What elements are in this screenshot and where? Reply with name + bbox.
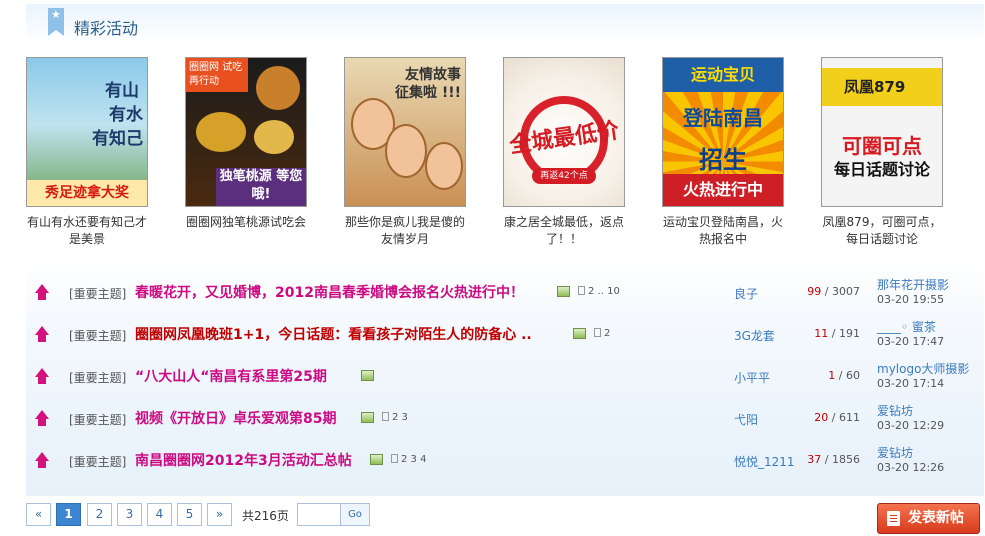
activity-poster[interactable]: 有山 有水 有知己 秀足迹拿大奖 [26, 57, 148, 207]
page-jump-input[interactable] [297, 503, 341, 526]
page-go-button[interactable]: Go [340, 503, 370, 526]
new-post-button[interactable]: 发表新帖 [877, 503, 980, 534]
thread-pages[interactable]: 2 3 4 [391, 454, 426, 465]
last-reply-user[interactable]: ____◦ 蜜茶 [877, 318, 936, 335]
page-icon [391, 454, 398, 463]
thread-pages[interactable]: 2 .. 10 [578, 286, 620, 297]
last-reply-user[interactable]: 那年花开摄影 [877, 276, 949, 293]
thread-row: [重要主题] 圈圈网凤凰晚班1+1，今日话题：看看孩子对陌生人的防备心 .. 2… [26, 312, 984, 354]
activity-caption[interactable]: 有山有水还要有知己才是美景 [22, 214, 152, 248]
pager-page-4[interactable]: 4 [147, 503, 172, 526]
thread-stats: 99 / 3007 [807, 285, 860, 298]
pager-prev[interactable]: « [26, 503, 51, 526]
activity-caption[interactable]: 凤凰879，可圈可点，每日话题讨论 [817, 214, 947, 248]
new-post-label: 发表新帖 [908, 510, 964, 526]
activity-poster[interactable]: 运动宝贝 登陆南昌 招生 火热进行中 [662, 57, 784, 207]
image-attachment-icon [361, 412, 374, 423]
thread-tag: [重要主题] [69, 371, 127, 385]
activity-card[interactable]: 凤凰879 可圈可点 每日话题讨论 凤凰879，可圈可点，每日话题讨论 [807, 57, 957, 248]
pager-next[interactable]: » [207, 503, 232, 526]
activity-poster[interactable]: 友情故事 征集啦 !!! [344, 57, 466, 207]
pinned-thread-icon [35, 452, 49, 468]
section-title: 精彩活动 [74, 19, 139, 38]
thread-row: [重要主题] “八大山人“南昌有系里第25期 小平平 1 / 60 mylogo… [26, 354, 984, 396]
activity-card[interactable]: 全城最低价 再返42个点 康之居全城最低，返点了！！ [489, 57, 639, 248]
page-icon [382, 412, 389, 421]
thread-author[interactable]: 小平平 [734, 369, 770, 386]
thread-author[interactable]: 3G龙套 [734, 327, 775, 344]
pager-page-1[interactable]: 1 [56, 503, 81, 526]
activity-card[interactable]: 圈圈网 试吃再行动 独笔桃源 等您哦! 圈圈网独笔桃源试吃会 [171, 57, 321, 231]
thread-author[interactable]: 弋阳 [734, 411, 758, 428]
image-attachment-icon [557, 286, 570, 297]
last-reply-time: 03-20 12:26 [877, 461, 945, 474]
activity-gallery: 有山 有水 有知己 秀足迹拿大奖 有山有水还要有知己才是美景 圈圈网 试吃再行动… [26, 57, 980, 257]
activity-caption[interactable]: 运动宝贝登陆南昌，火热报名中 [658, 214, 788, 248]
activity-card[interactable]: 运动宝贝 登陆南昌 招生 火热进行中 运动宝贝登陆南昌，火热报名中 [648, 57, 798, 248]
page-icon [594, 328, 601, 337]
thread-title[interactable]: 视频《开放日》卓乐爱观第85期 [135, 408, 336, 428]
thread-tag: [重要主题] [69, 287, 127, 301]
thread-row: [重要主题] 视频《开放日》卓乐爱观第85期 2 3 弋阳 20 / 611 爱… [26, 396, 984, 438]
document-icon [887, 511, 900, 526]
last-reply-time: 03-20 17:14 [877, 377, 945, 390]
page-icon [578, 286, 585, 295]
pager-total: 共216页 [242, 509, 289, 523]
pinned-thread-icon [35, 284, 49, 300]
activity-caption[interactable]: 圈圈网独笔桃源试吃会 [181, 214, 311, 231]
last-reply-time: 03-20 12:29 [877, 419, 945, 432]
pinned-thread-icon [35, 368, 49, 384]
thread-pages[interactable]: 2 3 [382, 412, 408, 423]
pinned-thread-icon [35, 326, 49, 342]
thread-tag: [重要主题] [69, 329, 127, 343]
image-attachment-icon [573, 328, 586, 339]
thread-title[interactable]: 春暖花开，又见婚博，2012南昌春季婚博会报名火热进行中！ [135, 282, 524, 302]
thread-stats: 1 / 60 [828, 369, 860, 382]
activity-poster[interactable]: 凤凰879 可圈可点 每日话题讨论 [821, 57, 943, 207]
activity-poster[interactable]: 圈圈网 试吃再行动 独笔桃源 等您哦! [185, 57, 307, 207]
section-header [26, 4, 984, 44]
thread-stats: 11 / 191 [814, 327, 860, 340]
image-attachment-icon [370, 454, 383, 465]
last-reply-time: 03-20 17:47 [877, 335, 945, 348]
image-attachment-icon [361, 370, 374, 381]
pager-page-3[interactable]: 3 [117, 503, 142, 526]
thread-author[interactable]: 良子 [734, 285, 758, 302]
activity-caption[interactable]: 康之居全城最低，返点了！！ [499, 214, 629, 248]
thread-row: [重要主题] 南昌圈圈网2012年3月活动汇总帖 2 3 4 悦悦_1211 3… [26, 438, 984, 480]
last-reply-user[interactable]: mylogo大师摄影 [877, 360, 969, 377]
activity-poster[interactable]: 全城最低价 再返42个点 [503, 57, 625, 207]
activity-card[interactable]: 友情故事 征集啦 !!! 那些你是疯儿我是傻的友情岁月 [330, 57, 480, 248]
pinned-thread-icon [35, 410, 49, 426]
thread-stats: 37 / 1856 [807, 453, 860, 466]
thread-stats: 20 / 611 [814, 411, 860, 424]
thread-title[interactable]: 南昌圈圈网2012年3月活动汇总帖 [135, 450, 352, 470]
pager-page-2[interactable]: 2 [87, 503, 112, 526]
activity-card[interactable]: 有山 有水 有知己 秀足迹拿大奖 有山有水还要有知己才是美景 [12, 57, 162, 248]
pager-page-5[interactable]: 5 [177, 503, 202, 526]
thread-title[interactable]: “八大山人“南昌有系里第25期 [135, 366, 327, 386]
thread-title[interactable]: 圈圈网凤凰晚班1+1，今日话题：看看孩子对陌生人的防备心 .. [135, 324, 532, 344]
thread-row: [重要主题] 春暖花开，又见婚博，2012南昌春季婚博会报名火热进行中！ 2 .… [26, 270, 984, 312]
thread-pages[interactable]: 2 [594, 328, 610, 339]
activity-caption[interactable]: 那些你是疯儿我是傻的友情岁月 [340, 214, 470, 248]
star-icon: ★ [51, 8, 61, 21]
thread-tag: [重要主题] [69, 455, 127, 469]
thread-tag: [重要主题] [69, 413, 127, 427]
last-reply-time: 03-20 19:55 [877, 293, 945, 306]
last-reply-user[interactable]: 爱钻坊 [877, 402, 913, 419]
last-reply-user[interactable]: 爱钻坊 [877, 444, 913, 461]
